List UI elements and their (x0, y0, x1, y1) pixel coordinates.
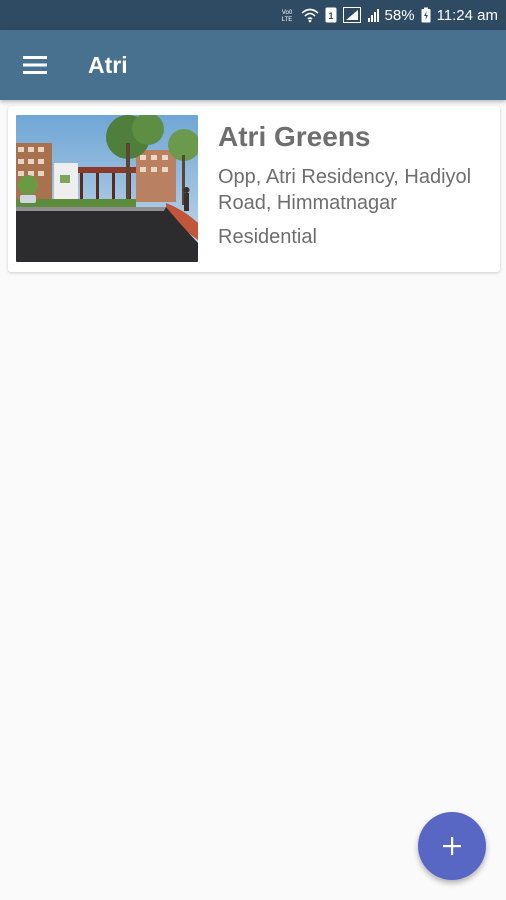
status-bar: Vo0 LTE 1 58% 11:24 am (0, 0, 506, 30)
project-thumbnail (16, 115, 198, 262)
project-type: Residential (218, 226, 317, 248)
svg-text:LTE: LTE (281, 17, 292, 23)
app-title: Atri (88, 51, 128, 78)
battery-percent: 58% (384, 6, 415, 24)
volte-icon: Vo0 LTE (279, 7, 295, 23)
svg-text:1: 1 (328, 11, 333, 21)
add-project-button[interactable] (418, 812, 486, 880)
clock: 11:24 am (436, 6, 498, 24)
project-card[interactable]: Atri Greens Opp, Atri Residency, Hadiyol… (8, 106, 500, 272)
signal-icon-sim1 (342, 7, 361, 23)
signal-icon-sim2 (367, 7, 379, 23)
project-info: Atri Greens Opp, Atri Residency, Hadiyol… (218, 120, 496, 250)
project-address: Opp, Atri Residency, Hadiyol Road, Himma… (218, 166, 472, 214)
sim-icon: 1 (325, 7, 337, 23)
menu-button[interactable] (0, 30, 70, 100)
wifi-icon (301, 7, 319, 23)
hamburger-menu-icon (23, 56, 47, 74)
app-bar: Atri (0, 30, 506, 100)
plus-icon (443, 837, 461, 855)
battery-charging-icon (421, 7, 431, 23)
project-name: Atri Greens (218, 121, 371, 152)
svg-text:Vo0: Vo0 (281, 10, 292, 16)
